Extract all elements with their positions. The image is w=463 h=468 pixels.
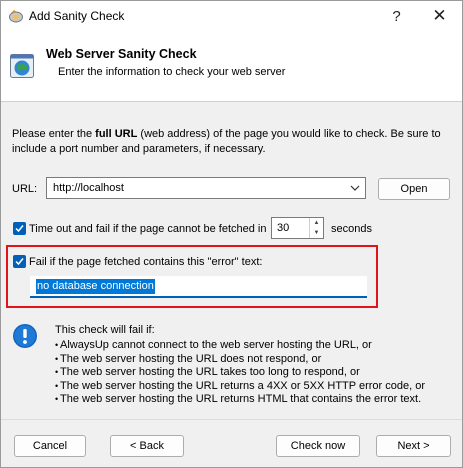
app-icon xyxy=(9,10,23,23)
web-page-globe-icon xyxy=(10,54,34,78)
list-item: • AlwaysUp cannot connect to the web serv… xyxy=(55,339,372,351)
footer-divider xyxy=(1,419,462,420)
intro-bold: full URL xyxy=(95,128,138,140)
error-text-input[interactable]: no database connection xyxy=(30,276,367,298)
timeout-label: Time out and fail if the page cannot be … xyxy=(29,223,267,235)
timeout-value: 30 xyxy=(277,222,290,234)
spin-down-icon[interactable]: ▼ xyxy=(310,228,323,238)
list-item: • The web server hosting the URL returns … xyxy=(55,393,422,405)
help-button[interactable]: ? xyxy=(374,1,419,31)
list-item: • The web server hosting the URL returns … xyxy=(55,379,425,392)
info-icon xyxy=(13,324,37,348)
close-button[interactable]: ✕ xyxy=(417,1,462,31)
url-label: URL: xyxy=(12,183,38,195)
spinner-arrows: ▲ ▼ xyxy=(309,218,323,238)
chevron-down-icon[interactable] xyxy=(349,181,361,195)
cancel-button[interactable]: Cancel xyxy=(14,435,86,457)
check-now-button[interactable]: Check now xyxy=(276,435,360,457)
header-title: Web Server Sanity Check xyxy=(46,47,197,61)
list-item: • The web server hosting the URL does not… xyxy=(55,352,322,365)
dialog-window: Add Sanity Check ? ✕ Web Server Sanity C… xyxy=(0,0,463,468)
open-button[interactable]: Open xyxy=(378,178,450,200)
timeout-seconds-spinner[interactable]: 30 ▲ ▼ xyxy=(271,217,324,239)
checkmark-icon xyxy=(15,225,24,233)
seconds-label: seconds xyxy=(331,223,372,235)
title-bar: Add Sanity Check ? ✕ xyxy=(1,1,462,31)
intro-text: Please enter the full URL (web address) … xyxy=(12,128,441,155)
header-subtitle: Enter the information to check your web … xyxy=(58,66,286,78)
url-value: http://localhost xyxy=(53,182,124,194)
fail-conditions-heading: This check will fail if: xyxy=(55,324,155,336)
back-button[interactable]: < Back xyxy=(110,435,184,457)
timeout-checkbox[interactable] xyxy=(13,222,26,235)
next-button[interactable]: Next > xyxy=(376,435,451,457)
url-combobox[interactable]: http://localhost xyxy=(46,177,366,199)
list-item: • The web server hosting the URL takes to… xyxy=(55,366,360,378)
checkmark-icon xyxy=(15,258,24,266)
wizard-header: Web Server Sanity Check Enter the inform… xyxy=(1,31,462,102)
spin-up-icon[interactable]: ▲ xyxy=(310,218,323,228)
error-text-label: Fail if the page fetched contains this "… xyxy=(29,256,263,268)
window-title: Add Sanity Check xyxy=(29,9,125,23)
error-text-checkbox[interactable] xyxy=(13,255,26,268)
fail-conditions-list: • AlwaysUp cannot connect to the web serv… xyxy=(55,339,425,407)
error-text-value: no database connection xyxy=(36,279,155,294)
